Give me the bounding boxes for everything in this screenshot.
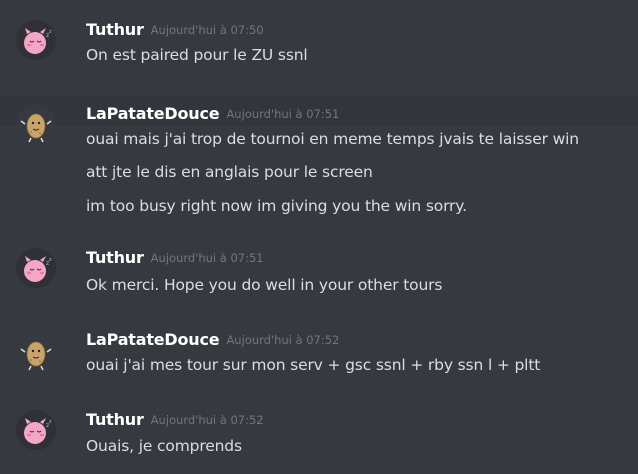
timestamp: Aujourd'hui à 07:52 bbox=[226, 333, 340, 347]
message-header: Tuthur Aujourd'hui à 07:51 bbox=[86, 248, 264, 270]
timestamp: Aujourd'hui à 07:50 bbox=[150, 23, 264, 37]
potato-avatar-icon[interactable] bbox=[16, 104, 56, 144]
message-text: ouai j'ai mes tour sur mon serv + gsc ss… bbox=[86, 356, 541, 374]
timestamp: Aujourd'hui à 07:52 bbox=[150, 413, 264, 427]
message-text: Ok merci. Hope you do well in your other… bbox=[86, 276, 443, 294]
username[interactable]: LaPatateDouce bbox=[86, 104, 220, 123]
message-text: ouai mais j'ai trop de tournoi en meme t… bbox=[86, 130, 579, 148]
message-header: LaPatateDouce Aujourd'hui à 07:52 bbox=[86, 330, 339, 352]
svg-text:z: z bbox=[49, 29, 52, 35]
message-header: Tuthur Aujourd'hui à 07:50 bbox=[86, 20, 264, 42]
chat-messages: z z Tuthur Aujourd'hui à 07:50 On est pai… bbox=[0, 0, 638, 474]
username[interactable]: LaPatateDouce bbox=[86, 330, 220, 349]
svg-text:z: z bbox=[49, 257, 52, 263]
message-header: Tuthur Aujourd'hui à 07:52 bbox=[86, 410, 264, 432]
timestamp: Aujourd'hui à 07:51 bbox=[150, 251, 264, 265]
username[interactable]: Tuthur bbox=[86, 248, 144, 267]
message-text: Ouais, je comprends bbox=[86, 437, 242, 455]
potato-avatar-icon[interactable] bbox=[16, 332, 56, 372]
message-text: On est paired pour le ZU ssnl bbox=[86, 46, 308, 64]
username[interactable]: Tuthur bbox=[86, 410, 144, 429]
message-header: LaPatateDouce Aujourd'hui à 07:51 bbox=[86, 104, 339, 126]
jigglypuff-avatar-icon[interactable]: z z bbox=[16, 248, 56, 288]
jigglypuff-avatar-icon[interactable]: z z bbox=[16, 20, 56, 60]
timestamp: Aujourd'hui à 07:51 bbox=[226, 107, 340, 121]
username[interactable]: Tuthur bbox=[86, 20, 144, 39]
jigglypuff-avatar-icon[interactable]: z z bbox=[16, 410, 56, 450]
message-text: att jte le dis en anglais pour le screen bbox=[86, 163, 373, 181]
message-text: im too busy right now im giving you the … bbox=[86, 197, 467, 215]
svg-text:z: z bbox=[49, 419, 52, 425]
